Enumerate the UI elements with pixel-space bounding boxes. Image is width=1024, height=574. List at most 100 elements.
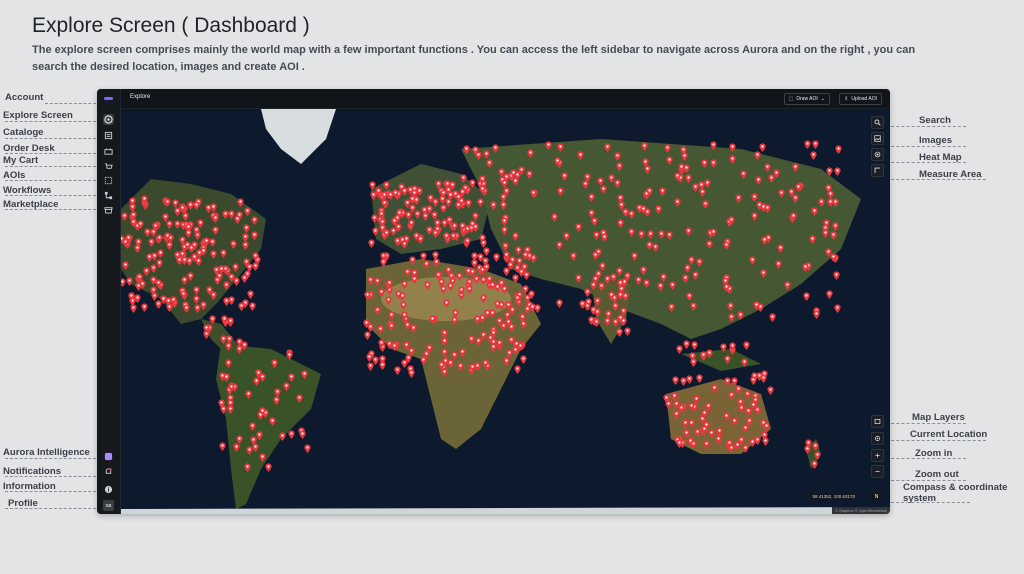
image-marker-pin[interactable] [696,258,703,268]
image-marker-pin[interactable] [390,227,397,237]
image-marker-pin[interactable] [658,230,665,239]
image-marker-pin[interactable] [363,319,370,329]
image-marker-pin[interactable] [575,222,582,232]
image-marker-pin[interactable] [368,239,375,248]
image-marker-pin[interactable] [447,281,454,291]
image-marker-pin[interactable] [150,286,157,296]
image-marker-pin[interactable] [441,348,448,358]
image-marker-pin[interactable] [792,162,799,172]
image-marker-pin[interactable] [409,255,416,265]
image-marker-pin[interactable] [225,342,232,352]
image-marker-pin[interactable] [445,266,452,276]
image-marker-pin[interactable] [241,274,248,284]
image-marker-pin[interactable] [493,253,500,262]
image-marker-pin[interactable] [500,201,507,210]
image-marker-pin[interactable] [136,219,144,229]
image-marker-pin[interactable] [687,437,694,447]
image-marker-pin[interactable] [191,253,198,262]
image-marker-pin[interactable] [710,140,717,150]
image-marker-pin[interactable] [588,209,595,218]
image-marker-pin[interactable] [803,292,810,302]
image-marker-pin[interactable] [735,194,742,203]
image-marker-pin[interactable] [722,412,730,422]
image-marker-pin[interactable] [475,151,482,161]
image-marker-pin[interactable] [234,214,241,224]
image-marker-pin[interactable] [702,200,710,209]
image-marker-pin[interactable] [459,221,466,231]
image-marker-pin[interactable] [385,296,392,305]
image-marker-pin[interactable] [486,159,494,169]
image-marker-pin[interactable] [252,251,259,261]
image-marker-pin[interactable] [481,359,489,368]
image-marker-pin[interactable] [286,351,294,360]
image-marker-pin[interactable] [299,430,306,439]
image-marker-pin[interactable] [451,222,458,232]
image-marker-pin[interactable] [203,324,210,334]
image-marker-pin[interactable] [236,434,243,444]
image-marker-pin[interactable] [744,390,751,399]
map-attribution[interactable]: © Mapbox © OpenStreetMap [832,507,890,514]
image-marker-pin[interactable] [401,311,408,321]
image-marker-pin[interactable] [172,198,179,208]
image-marker-pin[interactable] [556,299,563,308]
image-marker-pin[interactable] [723,240,730,250]
image-marker-pin[interactable] [451,351,458,361]
image-marker-pin[interactable] [706,240,713,250]
image-marker-pin[interactable] [156,234,163,243]
image-marker-pin[interactable] [242,233,249,242]
image-marker-pin[interactable] [516,257,523,267]
image-marker-pin[interactable] [434,218,441,228]
image-marker-pin[interactable] [404,321,411,331]
image-marker-pin[interactable] [825,167,833,177]
image-marker-pin[interactable] [460,174,467,183]
image-marker-pin[interactable] [666,230,673,240]
image-marker-pin[interactable] [251,231,258,240]
image-marker-pin[interactable] [628,228,635,238]
image-marker-pin[interactable] [530,188,537,198]
image-marker-pin[interactable] [681,274,689,284]
image-marker-pin[interactable] [503,267,510,277]
image-marker-pin[interactable] [451,316,458,325]
image-marker-pin[interactable] [512,177,519,186]
image-marker-pin[interactable] [809,235,816,245]
image-marker-pin[interactable] [223,297,230,306]
image-marker-pin[interactable] [742,424,749,434]
image-marker-pin[interactable] [469,363,476,372]
image-marker-pin[interactable] [301,370,308,379]
image-marker-pin[interactable] [465,199,472,209]
image-marker-pin[interactable] [400,301,407,311]
image-marker-pin[interactable] [380,257,387,267]
image-marker-pin[interactable] [726,439,733,449]
image-marker-pin[interactable] [690,301,697,311]
image-marker-pin[interactable] [304,444,312,453]
image-marker-pin[interactable] [631,252,638,261]
heat-map-icon[interactable] [871,148,884,161]
image-marker-pin[interactable] [834,304,842,313]
image-marker-pin[interactable] [784,281,791,291]
workflows-icon[interactable] [103,190,114,201]
image-marker-pin[interactable] [203,237,210,247]
image-marker-pin[interactable] [551,213,558,223]
image-marker-pin[interactable] [193,201,200,210]
image-marker-pin[interactable] [742,444,749,453]
image-marker-pin[interactable] [769,313,776,322]
image-marker-pin[interactable] [269,417,276,426]
image-marker-pin[interactable] [666,155,673,165]
image-marker-pin[interactable] [130,304,137,313]
image-marker-pin[interactable] [134,294,141,303]
image-marker-pin[interactable] [219,442,226,452]
image-marker-pin[interactable] [524,246,532,256]
image-marker-pin[interactable] [588,192,595,202]
image-marker-pin[interactable] [727,302,734,312]
image-marker-pin[interactable] [641,141,648,151]
image-marker-pin[interactable] [749,438,756,447]
image-marker-pin[interactable] [135,238,142,247]
image-marker-pin[interactable] [401,359,408,368]
image-marker-pin[interactable] [367,362,375,372]
image-marker-pin[interactable] [729,143,736,152]
image-marker-pin[interactable] [147,238,155,248]
image-marker-pin[interactable] [570,252,578,261]
image-marker-pin[interactable] [688,255,695,265]
image-marker-pin[interactable] [832,222,839,231]
image-marker-pin[interactable] [736,398,744,408]
